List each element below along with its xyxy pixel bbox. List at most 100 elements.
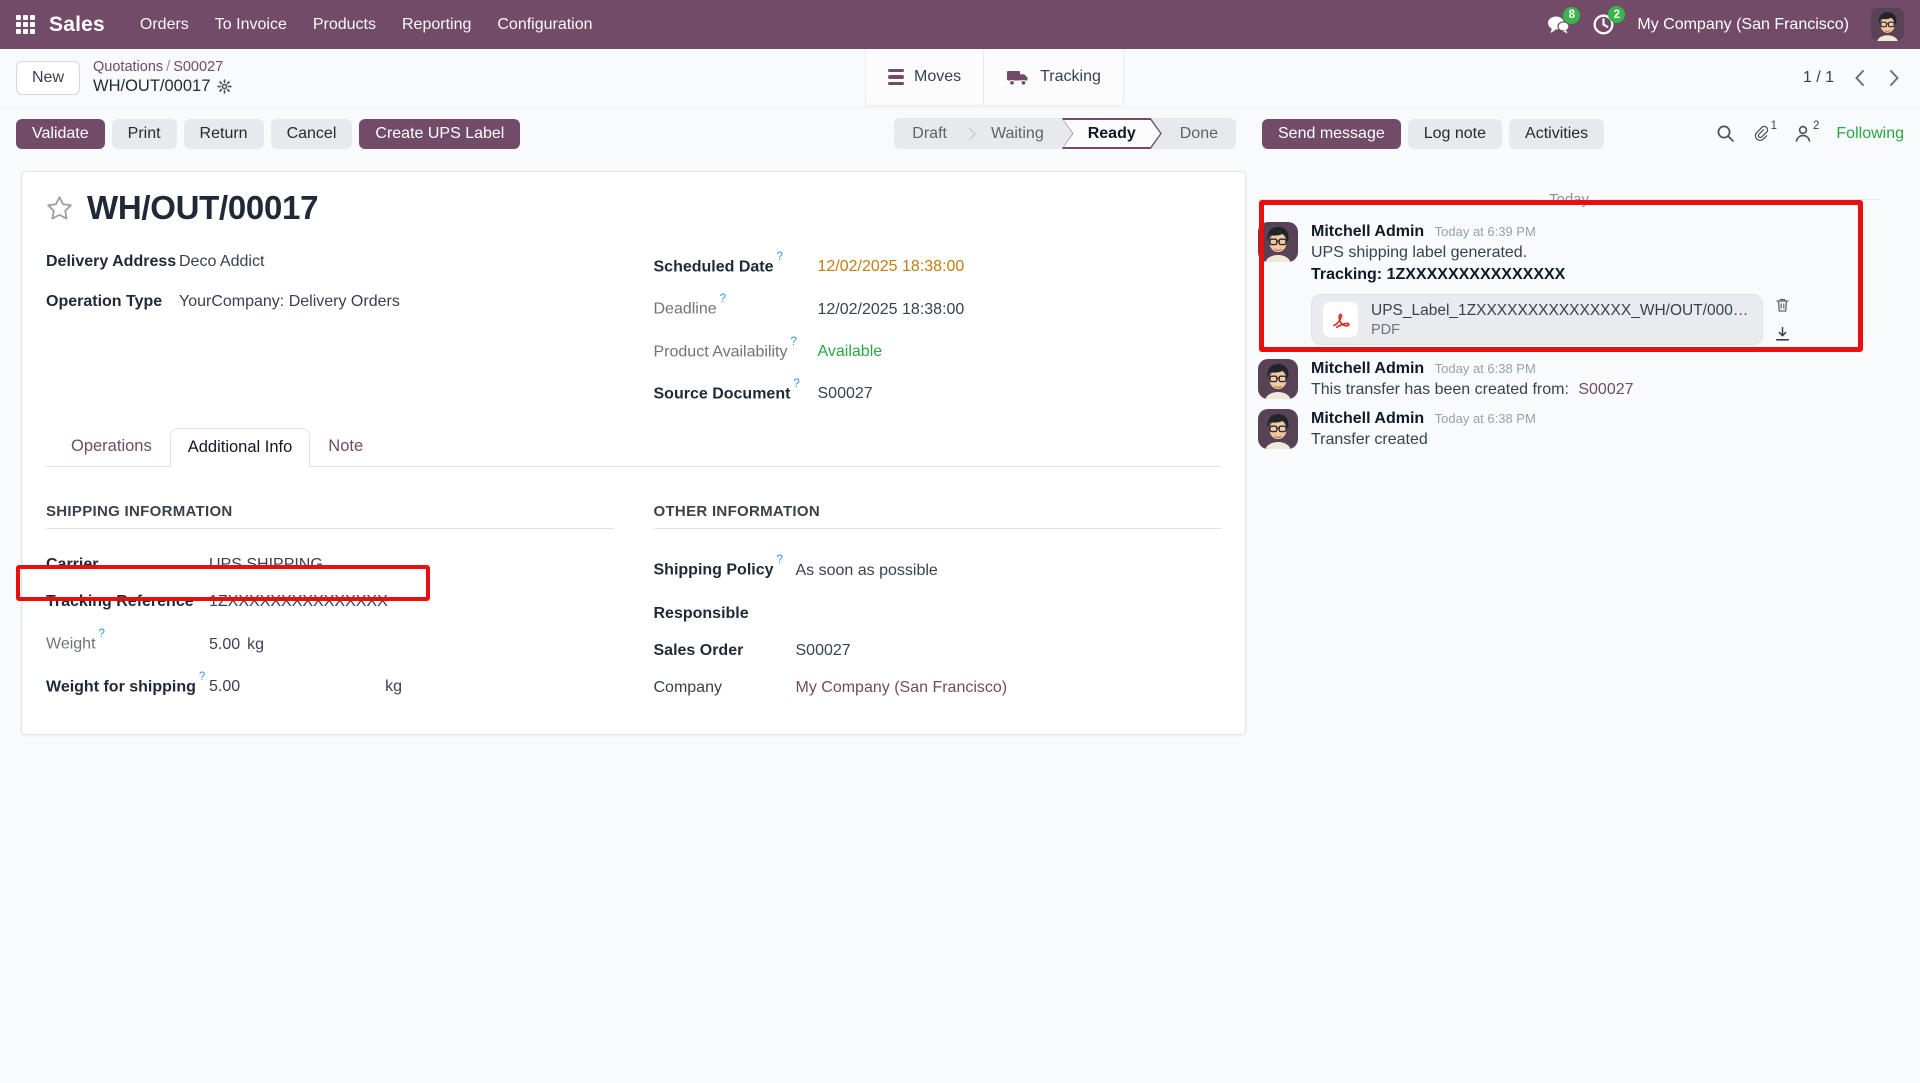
breadcrumb-row: New Quotations/S00027 WH/OUT/00017 — [0, 49, 1920, 107]
new-button[interactable]: New — [16, 61, 80, 95]
weight-value[interactable]: 5.00 — [209, 635, 240, 655]
menu-orders[interactable]: Orders — [127, 0, 202, 49]
menu-configuration[interactable]: Configuration — [484, 0, 605, 49]
attachments-icon[interactable]: 1 — [1752, 124, 1777, 143]
moves-smart-button[interactable]: Moves — [866, 49, 983, 105]
truck-icon — [1006, 68, 1030, 87]
download-attachment-icon[interactable] — [1775, 326, 1790, 342]
activities-clock-icon[interactable]: 2 — [1592, 13, 1615, 36]
avatar[interactable] — [1258, 409, 1298, 449]
send-message-button[interactable]: Send message — [1262, 119, 1401, 149]
company-switcher[interactable]: My Company (San Francisco) — [1637, 16, 1849, 34]
messages-icon[interactable]: 8 — [1546, 14, 1570, 36]
record-title: WH/OUT/00017 — [87, 189, 318, 227]
create-ups-label-button[interactable]: Create UPS Label — [359, 119, 520, 149]
tab-additional-info[interactable]: Additional Info — [170, 428, 311, 467]
gear-icon[interactable] — [217, 79, 232, 94]
pager-previous-icon[interactable] — [1850, 65, 1869, 91]
form-sheet: WH/OUT/00017 Delivery Address Deco Addic… — [21, 171, 1246, 735]
message-author[interactable]: Mitchell Admin — [1311, 360, 1424, 377]
message-author[interactable]: Mitchell Admin — [1311, 410, 1424, 427]
attachments-count: 1 — [1771, 120, 1777, 132]
message-author[interactable]: Mitchell Admin — [1311, 223, 1424, 240]
field-scheduled-date: Scheduled Date? 12/02/2025 18:38:00 — [654, 252, 1222, 277]
carrier-value[interactable]: UPS SHIPPING — [209, 555, 323, 575]
followers-count: 2 — [1813, 120, 1819, 132]
pager: 1 / 1 — [1803, 65, 1904, 91]
source-order-link[interactable]: S00027 — [1578, 381, 1633, 398]
delete-attachment-icon[interactable] — [1775, 297, 1790, 313]
attachment-type: PDF — [1371, 322, 1752, 338]
message-time: Today at 6:39 PM — [1435, 224, 1536, 239]
field-product-availability: Product Availability? Available — [654, 337, 1222, 362]
field-weight: Weight? 5.00 kg — [46, 629, 614, 654]
pager-next-icon[interactable] — [1885, 65, 1904, 91]
tab-note[interactable]: Note — [310, 427, 381, 466]
help-icon: ? — [199, 671, 205, 683]
menu-reporting[interactable]: Reporting — [389, 0, 484, 49]
return-button[interactable]: Return — [184, 119, 264, 149]
user-avatar[interactable] — [1871, 8, 1904, 41]
chatter-message-transfer-created: Mitchell Admin Today at 6:38 PM Transfer… — [1258, 409, 1880, 451]
chatter: Today Mitchell Admin Today at 6:39 PM UP… — [1246, 171, 1920, 465]
field-responsible: Responsible — [654, 598, 1222, 624]
source-document-value[interactable]: S00027 — [818, 384, 873, 404]
followers-icon[interactable]: 2 — [1794, 124, 1819, 143]
notebook-tabs: Operations Additional Info Note — [46, 427, 1221, 467]
tab-operations[interactable]: Operations — [53, 427, 170, 466]
cancel-button[interactable]: Cancel — [271, 119, 353, 149]
scheduled-date-value[interactable]: 12/02/2025 18:38:00 — [818, 257, 965, 277]
status-step-done[interactable]: Done — [1162, 118, 1236, 149]
following-toggle[interactable]: Following — [1836, 125, 1904, 143]
tracking-reference-value[interactable]: 1ZXXXXXXXXXXXXXXX — [209, 592, 388, 612]
avatar[interactable] — [1258, 222, 1298, 262]
breadcrumb-current: WH/OUT/00017 — [93, 77, 210, 97]
date-divider: Today — [1258, 191, 1880, 208]
status-separator — [965, 118, 973, 149]
other-information-heading: OTHER INFORMATION — [654, 503, 1222, 529]
log-note-button[interactable]: Log note — [1408, 119, 1502, 149]
menu-products[interactable]: Products — [300, 0, 389, 49]
chatter-message-created-from: Mitchell Admin Today at 6:38 PM This tra… — [1258, 359, 1880, 401]
field-deadline: Deadline? 12/02/2025 18:38:00 — [654, 294, 1222, 319]
menu-to-invoice[interactable]: To Invoice — [202, 0, 300, 49]
weight-for-shipping-value[interactable]: 5.00 — [209, 677, 240, 697]
print-button[interactable]: Print — [112, 119, 177, 149]
company-value[interactable]: My Company (San Francisco) — [796, 678, 1008, 698]
activities-button[interactable]: Activities — [1509, 119, 1604, 149]
help-icon: ? — [793, 378, 799, 390]
deadline-value[interactable]: 12/02/2025 18:38:00 — [818, 300, 965, 320]
message-body: Transfer created — [1311, 429, 1880, 451]
avatar[interactable] — [1258, 359, 1298, 399]
shipping-information-heading: SHIPPING INFORMATION — [46, 503, 614, 529]
message-time: Today at 6:38 PM — [1435, 361, 1536, 376]
status-step-waiting[interactable]: Waiting — [973, 118, 1062, 149]
delivery-address-value[interactable]: Deco Addict — [179, 252, 264, 272]
status-step-draft[interactable]: Draft — [894, 118, 965, 149]
weight-unit: kg — [247, 635, 264, 655]
apps-grid-icon[interactable] — [16, 15, 35, 34]
breadcrumb-quotations[interactable]: Quotations — [93, 59, 163, 75]
message-body: UPS shipping label generated. Tracking: … — [1311, 242, 1880, 286]
attachment-card[interactable]: UPS_Label_1ZXXXXXXXXXXXXXXX_WH/OUT/00017… — [1311, 294, 1763, 345]
help-icon: ? — [791, 336, 797, 348]
favorite-star-icon[interactable] — [46, 195, 73, 221]
smart-button-box: Moves Tracking — [865, 49, 1124, 106]
breadcrumb-sale-order[interactable]: S00027 — [173, 59, 223, 75]
search-messages-icon[interactable] — [1716, 124, 1735, 143]
app-name[interactable]: Sales — [49, 13, 105, 37]
attachment-filename: UPS_Label_1ZXXXXXXXXXXXXXXX_WH/OUT/00017… — [1371, 302, 1752, 320]
shipping-policy-value[interactable]: As soon as possible — [796, 561, 938, 581]
pdf-file-icon — [1322, 301, 1359, 338]
tracking-smart-button[interactable]: Tracking — [983, 49, 1123, 105]
activities-badge: 2 — [1608, 6, 1625, 23]
action-bar: Validate Print Return Cancel Create UPS … — [0, 107, 1920, 159]
field-source-document: Source Document? S00027 — [654, 379, 1222, 404]
validate-button[interactable]: Validate — [16, 119, 105, 149]
field-operation-type: Operation Type YourCompany: Delivery Ord… — [46, 292, 614, 312]
chatter-message-ups-label: Mitchell Admin Today at 6:39 PM UPS ship… — [1258, 222, 1880, 345]
field-company: Company My Company (San Francisco) — [654, 678, 1222, 698]
status-step-ready[interactable]: Ready — [1062, 118, 1162, 149]
operation-type-value[interactable]: YourCompany: Delivery Orders — [179, 292, 400, 312]
sales-order-value[interactable]: S00027 — [796, 641, 851, 661]
